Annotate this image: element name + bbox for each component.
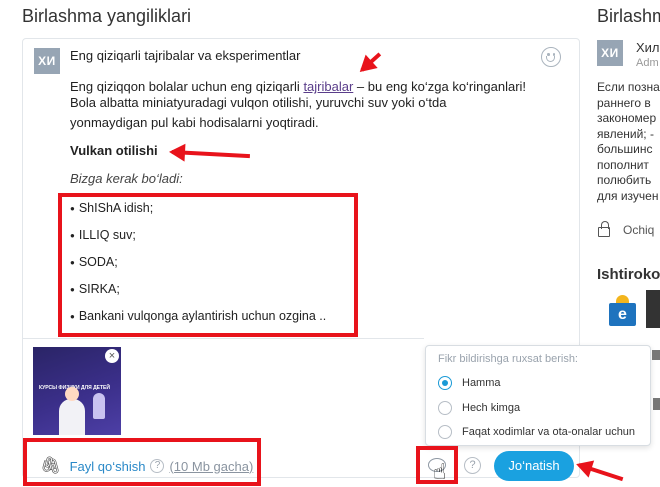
sidebar-icon[interactable]	[652, 350, 660, 360]
option-label: Hech kimga	[462, 402, 521, 414]
option-everyone[interactable]: Hamma	[438, 376, 501, 390]
radio-selected-icon[interactable]	[438, 376, 452, 390]
sidebar-text-line: закономер	[597, 111, 657, 125]
sidebar-author[interactable]: Хил	[636, 40, 660, 55]
post-title: Eng qiziqarli tajribalar va eksperimentl…	[70, 48, 301, 63]
annotation-box-visibility	[416, 446, 458, 484]
close-icon[interactable]: ×	[105, 349, 119, 363]
radio-icon[interactable]	[438, 425, 452, 439]
option-nobody[interactable]: Hech kimga	[438, 401, 520, 415]
sidebar-text-line: полюбить	[597, 173, 652, 187]
annotation-arrow	[578, 463, 624, 482]
radio-icon[interactable]	[438, 401, 452, 415]
annotation-box-attach	[23, 438, 261, 486]
post-intro-line3: yonmaydigan pul kabi hodisalarni yoqtira…	[70, 115, 319, 130]
sidebar-avatar[interactable]: ХИ	[597, 40, 623, 66]
intro-text-after: – bu eng ko‘zga ko‘ringanlari!	[353, 79, 527, 94]
annotation-box-list	[58, 193, 358, 337]
divider	[23, 338, 424, 339]
option-staff-parents[interactable]: Faqat xodimlar va ota-onalar uchun	[438, 425, 635, 439]
sidebar-text-line: раннего в	[597, 95, 651, 110]
option-label: Faqat xodimlar va ota-onalar uchun	[462, 426, 636, 438]
sidebar-icon[interactable]	[653, 398, 660, 410]
participant-photo[interactable]	[646, 290, 660, 328]
page-title: Birlashma yangiliklari	[22, 6, 192, 26]
participants-title: Ishtiroko	[597, 266, 660, 283]
sidebar-text-line: пополнит	[597, 157, 649, 172]
lock-icon	[598, 221, 610, 237]
attachment-thumbnail[interactable]: КУРСЫ ФИЗИКИ ДЛЯ ДЕТЕЙ ×	[33, 347, 121, 435]
send-button[interactable]: Jo‘natish	[494, 451, 574, 481]
logo-letter: e	[609, 303, 636, 326]
emoji-icon[interactable]	[541, 47, 561, 67]
school-logo-icon[interactable]: e	[609, 295, 636, 326]
sidebar-text-line: явлений; -	[597, 126, 654, 141]
sidebar-text: Если позна раннего в закономер явлений; …	[597, 80, 660, 204]
section-title: Vulkan otilishi	[70, 143, 158, 158]
needs-label: Bizga kerak bo‘ladi:	[70, 171, 183, 186]
popup-title: Fikr bildirishga ruxsat berish:	[438, 353, 578, 365]
help-icon[interactable]: ?	[464, 457, 481, 474]
sidebar-text-line: для изучен	[597, 188, 659, 203]
sidebar-text-line: Если позна	[597, 80, 660, 94]
avatar[interactable]: ХИ	[34, 48, 60, 74]
post-intro-line2: Bola albatta miniatyuradagi vulqon otili…	[70, 95, 447, 110]
intro-text: Eng qiziqqon bolalar uchun eng qiziqarli	[70, 79, 304, 94]
sidebar-role: Adm	[636, 57, 659, 69]
rocket-icon	[93, 393, 105, 419]
option-label: Hamma	[462, 377, 501, 389]
thumbnail-figure	[59, 399, 85, 435]
thumbnail-head	[65, 387, 79, 401]
tajribalar-link[interactable]: tajribalar	[303, 79, 353, 94]
comments-permission-popup: Fikr bildirishga ruxsat berish: Hamma He…	[425, 345, 651, 446]
visibility-label[interactable]: Ochiq	[623, 223, 654, 237]
sidebar-title: Birlashm	[597, 6, 660, 26]
sidebar-text-line: большинс	[597, 142, 653, 156]
